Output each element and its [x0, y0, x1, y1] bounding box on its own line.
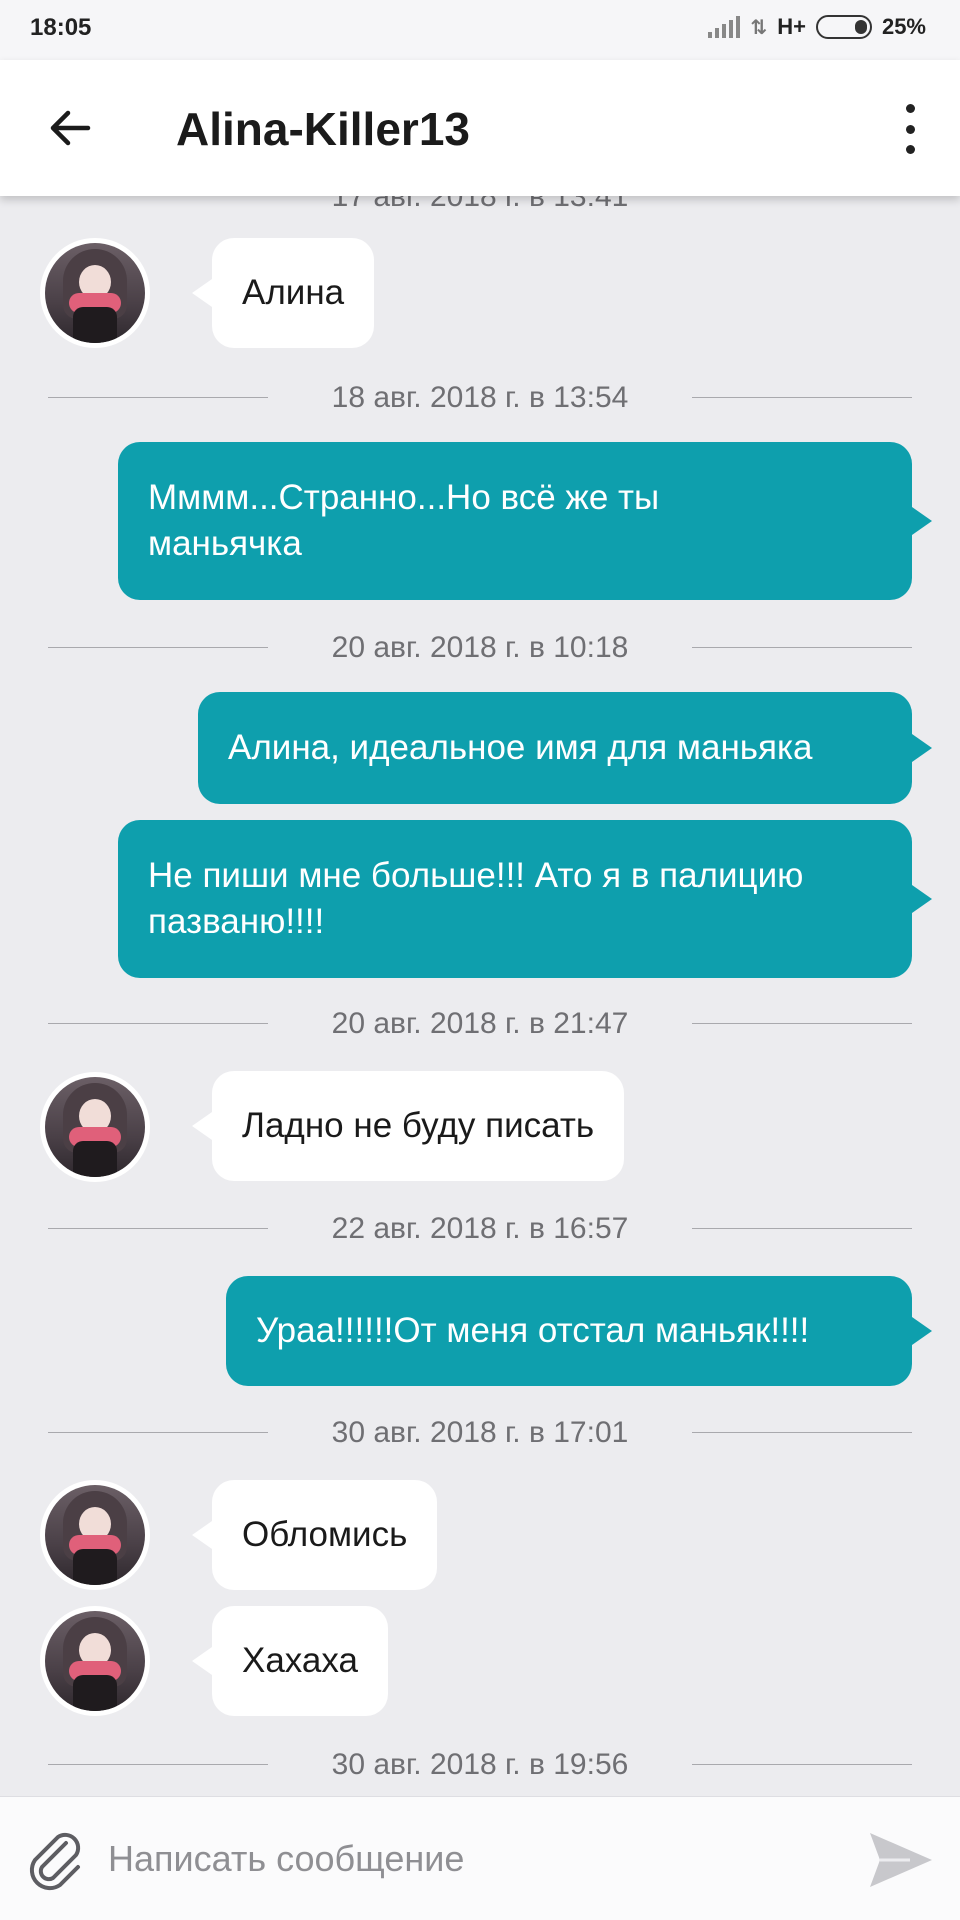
battery-icon — [815, 15, 872, 39]
outgoing-message[interactable]: Мммм...Странно...Но всё же ты маньячка — [118, 442, 932, 600]
incoming-message[interactable]: Алина — [191, 238, 375, 348]
message-composer — [0, 1796, 960, 1920]
back-arrow-icon[interactable] — [44, 102, 96, 154]
signal-icon — [708, 16, 741, 38]
avatar[interactable] — [40, 1072, 150, 1182]
status-time: 18:05 — [30, 14, 92, 41]
message-input[interactable] — [108, 1827, 828, 1891]
avatar[interactable] — [40, 1480, 150, 1590]
date-separator: 17 авг. 2018 г. в 13:41 — [331, 196, 629, 213]
battery-percent: 25% — [881, 14, 926, 39]
incoming-message[interactable]: Обломись — [191, 1480, 438, 1590]
page-title: Alina-Killer13 — [176, 103, 470, 155]
status-indicators: ⇅ H+ 25% — [708, 14, 926, 40]
date-separator: 30 авг. 2018 г. в 17:01 — [48, 1412, 912, 1452]
paperclip-icon[interactable] — [22, 1827, 88, 1893]
outgoing-message[interactable]: Алина, идеальное имя для маньяка — [198, 692, 932, 804]
date-separator: 20 авг. 2018 г. в 21:47 — [48, 1003, 912, 1043]
outgoing-message[interactable]: Ураа!!!!!!От меня отстал маньяк!!!! — [226, 1276, 932, 1386]
date-separator: 30 авг. 2018 г. в 19:56 — [48, 1744, 912, 1784]
network-type: H+ — [777, 14, 806, 39]
avatar[interactable] — [40, 238, 150, 348]
data-arrows-icon: ⇅ — [750, 16, 768, 39]
outgoing-message[interactable]: Не пиши мне больше!!! Ато я в палицию па… — [118, 820, 932, 978]
date-separator: 22 авг. 2018 г. в 16:57 — [48, 1208, 912, 1248]
incoming-message[interactable]: Ладно не буду писать — [191, 1071, 625, 1181]
date-separator: 18 авг. 2018 г. в 13:54 — [48, 377, 912, 417]
more-menu-icon[interactable] — [900, 104, 920, 154]
app-bar: Alina-Killer13 — [0, 60, 960, 196]
send-icon[interactable] — [866, 1827, 936, 1893]
status-bar: 18:05 ⇅ H+ 25% — [0, 0, 960, 60]
incoming-message[interactable]: Хахаха — [192, 1606, 388, 1716]
message-list[interactable]: 17 авг. 2018 г. в 13:41 Алина 18 авг. 20… — [0, 196, 960, 1796]
date-separator: 20 авг. 2018 г. в 10:18 — [48, 627, 912, 667]
avatar[interactable] — [40, 1606, 150, 1716]
